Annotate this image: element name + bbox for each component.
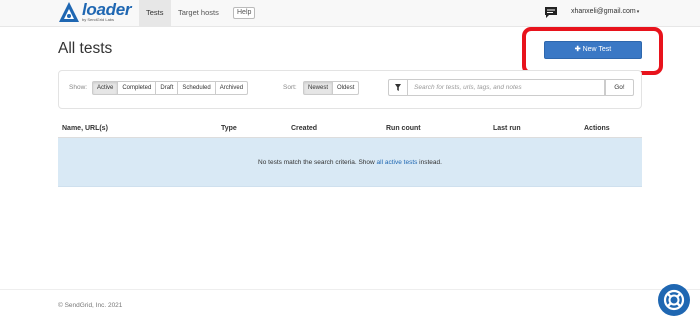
sort-oldest-button[interactable]: Oldest [333,81,360,95]
chevron-down-icon: ▾ [636,9,640,15]
empty-results-message: No tests match the search criteria. Show… [58,159,642,166]
loader-logo[interactable]: loader by SendGrid Labs [58,0,138,25]
new-test-button[interactable]: ✚ New Test [544,41,642,59]
help-link[interactable]: Help [233,7,256,19]
user-email: xhanxeli@gmail.com [571,8,636,15]
column-header-last-run[interactable]: Last run [493,125,521,132]
sort-group: Newest Oldest [303,81,360,95]
column-header-run-count[interactable]: Run count [386,125,421,132]
show-label: Show: [69,84,88,91]
status-filter-group: Active Completed Draft Scheduled Archive… [92,81,249,95]
nav-tab-tests[interactable]: Tests [139,0,171,26]
empty-message-suffix: instead. [417,159,442,166]
filter-active-button[interactable]: Active [92,81,119,95]
column-header-created[interactable]: Created [291,125,317,132]
footer-divider [0,289,700,290]
filter-toggle-button[interactable] [388,79,408,96]
top-navbar: loader by SendGrid Labs Tests Target hos… [0,0,700,27]
plus-icon: ✚ [574,46,581,53]
search-input[interactable] [408,79,605,96]
nav-tab-target-hosts[interactable]: Target hosts [171,0,226,26]
filter-archived-button[interactable]: Archived [215,81,249,95]
loader-logo-icon [59,2,79,22]
empty-results-row: No tests match the search criteria. Show… [58,138,642,187]
filter-panel: Show: Active Completed Draft Scheduled A… [58,70,642,109]
sort-newest-button[interactable]: Newest [303,81,334,95]
lifebuoy-icon [663,289,685,311]
help-chat-button[interactable] [658,284,690,316]
user-menu[interactable]: xhanxeli@gmail.com▾ [571,8,639,15]
go-button[interactable]: Go! [605,79,634,96]
page-title: All tests [58,40,113,57]
empty-message-prefix: No tests match the search criteria. Show [258,159,377,166]
funnel-icon [395,84,401,91]
column-header-name[interactable]: Name, URL(s) [62,125,108,132]
filter-draft-button[interactable]: Draft [156,81,179,95]
sort-label: Sort: [283,84,297,91]
filter-scheduled-button[interactable]: Scheduled [178,81,216,95]
all-active-tests-link[interactable]: all active tests [377,159,418,166]
column-header-type[interactable]: Type [221,125,237,132]
column-header-actions: Actions [584,125,610,132]
search-group: Go! [388,79,634,96]
chat-icon[interactable] [544,6,558,19]
footer-copyright: © SendGrid, Inc. 2021 [58,302,123,309]
logo-tagline: by SendGrid Labs [82,17,115,22]
new-test-label: New Test [582,46,612,53]
filter-completed-button[interactable]: Completed [118,81,157,95]
